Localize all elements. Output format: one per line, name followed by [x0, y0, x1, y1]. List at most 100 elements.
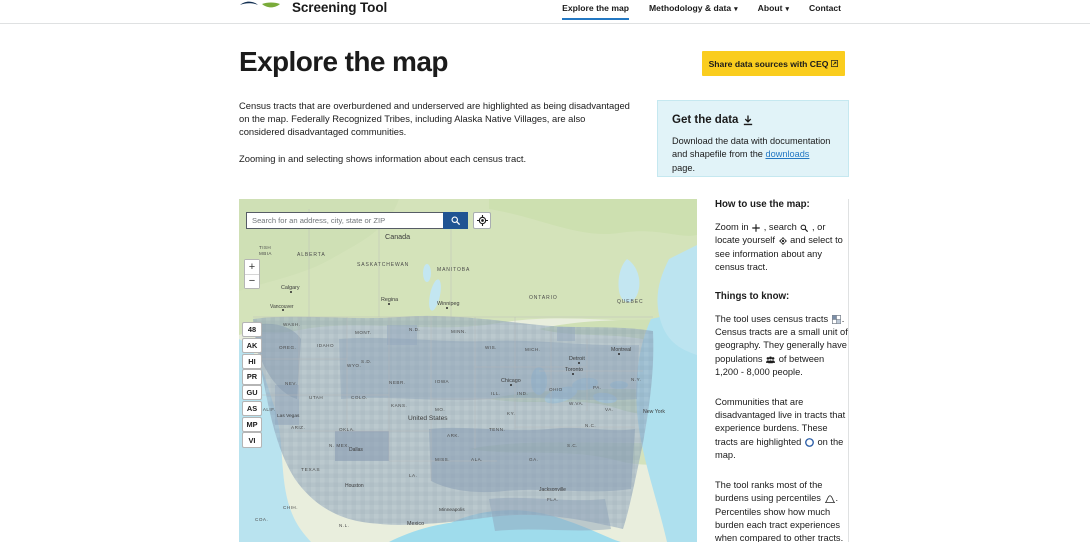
chevron-down-icon: ▾ — [734, 5, 738, 13]
how-to-text-1: Zoom in — [715, 222, 752, 232]
svg-text:MANITOBA: MANITOBA — [437, 267, 470, 273]
population-icon — [766, 356, 776, 364]
svg-text:IND.: IND. — [517, 391, 528, 396]
territory-button-pr[interactable]: PR — [242, 369, 262, 385]
svg-text:Calgary: Calgary — [281, 285, 300, 291]
nav-label: About — [757, 3, 783, 13]
territory-button-gu[interactable]: GU — [242, 385, 262, 401]
nav-item-about[interactable]: About ▾ — [748, 0, 799, 22]
how-to-use-text: Zoom in , search , or locate yourself an… — [715, 221, 849, 275]
svg-text:S.D.: S.D. — [361, 359, 372, 364]
svg-text:COLO.: COLO. — [351, 395, 368, 400]
svg-text:MICH.: MICH. — [525, 347, 541, 352]
get-data-text-after: page. — [672, 162, 695, 173]
how-to-text-2: , search — [761, 222, 800, 232]
nav-label: Explore the map — [562, 3, 630, 13]
nav-label: Methodology & data — [649, 3, 732, 13]
svg-text:ALA.: ALA. — [471, 457, 483, 462]
map-search-controls — [246, 212, 491, 229]
main-nav: Explore the map Methodology & data ▾ Abo… — [552, 0, 851, 22]
svg-text:WYO.: WYO. — [347, 363, 361, 368]
map-container[interactable]: Canada ALBERTA SASKATCHEWAN MANITOBA ONT… — [239, 199, 697, 542]
svg-text:Minneapolis: Minneapolis — [439, 507, 465, 513]
svg-text:Mexico: Mexico — [407, 521, 424, 527]
svg-text:FLA.: FLA. — [547, 497, 559, 502]
svg-text:IOWA: IOWA — [435, 379, 450, 384]
page-root: Climate and Economic Justice Screening T… — [0, 0, 1090, 542]
territory-button-mp[interactable]: MP — [242, 416, 262, 432]
svg-text:N. MEX.: N. MEX. — [329, 443, 350, 448]
svg-text:OREG.: OREG. — [279, 345, 296, 350]
svg-text:Montreal: Montreal — [611, 347, 631, 353]
territory-button-vi[interactable]: VI — [242, 432, 262, 448]
svg-text:COA.: COA. — [255, 517, 268, 522]
things-to-know-paragraph-1: The tool uses census tracts . Census tra… — [715, 313, 849, 380]
locate-me-icon — [476, 215, 488, 226]
things-1-text-a: The tool uses census tracts — [715, 313, 831, 324]
svg-text:OKLA.: OKLA. — [339, 427, 355, 432]
zoom-out-button[interactable]: − — [245, 274, 259, 288]
search-box — [246, 212, 468, 229]
map-zoom-controls: + − — [244, 259, 260, 289]
how-to-use-heading: How to use the map: — [715, 199, 810, 210]
things-3-text-a: The tool ranks most of the burdens using… — [715, 479, 824, 504]
svg-text:W.VA.: W.VA. — [569, 401, 584, 406]
locate-me-button[interactable] — [473, 212, 491, 229]
nav-item-methodology-and-data[interactable]: Methodology & data ▾ — [639, 0, 748, 22]
svg-text:S.C.: S.C. — [567, 443, 578, 448]
svg-text:ILL.: ILL. — [491, 391, 501, 396]
svg-text:NEBR.: NEBR. — [389, 380, 406, 385]
territory-button-hi[interactable]: HI — [242, 353, 262, 369]
svg-text:CHIH.: CHIH. — [283, 505, 298, 510]
brand[interactable]: Climate and Economic Justice Screening T… — [239, 0, 484, 15]
svg-text:MISS.: MISS. — [435, 457, 450, 462]
census-tract-icon — [831, 314, 841, 324]
svg-text:LA.: LA. — [409, 473, 417, 478]
zoom-in-button[interactable]: + — [245, 260, 259, 274]
territory-button-ak[interactable]: AK — [242, 337, 262, 353]
svg-text:Toronto: Toronto — [565, 367, 583, 373]
svg-text:ALBERTA: ALBERTA — [297, 252, 326, 258]
territory-button-48[interactable]: 48 — [242, 322, 262, 338]
svg-text:Detroit: Detroit — [569, 356, 585, 362]
get-the-data-panel: Get the data Download the data with docu… — [657, 100, 849, 177]
map-canvas[interactable]: Canada ALBERTA SASKATCHEWAN MANITOBA ONT… — [239, 199, 697, 542]
svg-text:Houston: Houston — [345, 483, 364, 489]
svg-text:Vancouver: Vancouver — [270, 304, 294, 310]
download-icon — [744, 115, 753, 125]
share-data-sources-button[interactable]: Share data sources with CEQ — [702, 51, 845, 76]
svg-text:Chicago: Chicago — [501, 378, 521, 384]
svg-text:Regina: Regina — [381, 297, 398, 303]
get-the-data-description: Download the data with documentation and… — [672, 135, 834, 175]
share-button-label: Share data sources with CEQ — [708, 58, 829, 69]
svg-text:N.C.: N.C. — [585, 423, 596, 428]
territory-button-as[interactable]: AS — [242, 400, 262, 417]
search-input[interactable] — [246, 212, 443, 229]
nav-item-contact[interactable]: Contact — [799, 0, 851, 22]
downloads-link[interactable]: downloads — [765, 149, 809, 159]
svg-text:MBIA: MBIA — [259, 251, 272, 256]
svg-text:N.Y.: N.Y. — [631, 377, 641, 382]
things-to-know-heading: Things to know: — [715, 290, 790, 302]
svg-text:WIS.: WIS. — [485, 345, 497, 350]
svg-text:KY.: KY. — [507, 411, 515, 416]
intro-text: Census tracts that are overburdened and … — [239, 99, 631, 165]
svg-text:Jacksonville: Jacksonville — [539, 487, 566, 493]
svg-text:OHIO: OHIO — [549, 387, 563, 392]
svg-text:ARK.: ARK. — [447, 433, 460, 438]
things-to-know-paragraph-3: The tool ranks most of the burdens using… — [715, 479, 849, 542]
svg-text:UTAH: UTAH — [309, 395, 323, 400]
svg-text:VA.: VA. — [605, 407, 614, 412]
territory-selector: 48 AK HI PR GU AS MP VI — [242, 322, 262, 448]
svg-text:Las Vegas: Las Vegas — [277, 413, 300, 419]
svg-text:ARIZ.: ARIZ. — [291, 425, 305, 430]
get-the-data-heading: Get the data — [672, 114, 834, 126]
search-submit-button[interactable] — [443, 212, 468, 229]
nav-item-explore-the-map[interactable]: Explore the map — [552, 0, 639, 22]
svg-text:N.D.: N.D. — [409, 327, 420, 332]
intro-paragraph-1: Census tracts that are overburdened and … — [239, 100, 630, 138]
brand-title: Climate and Economic Justice Screening T… — [292, 0, 388, 15]
chevron-down-icon: ▾ — [785, 5, 789, 13]
map-help-sidebar: How to use the map: Zoom in , search , o… — [700, 199, 849, 542]
plus-icon — [752, 224, 761, 232]
